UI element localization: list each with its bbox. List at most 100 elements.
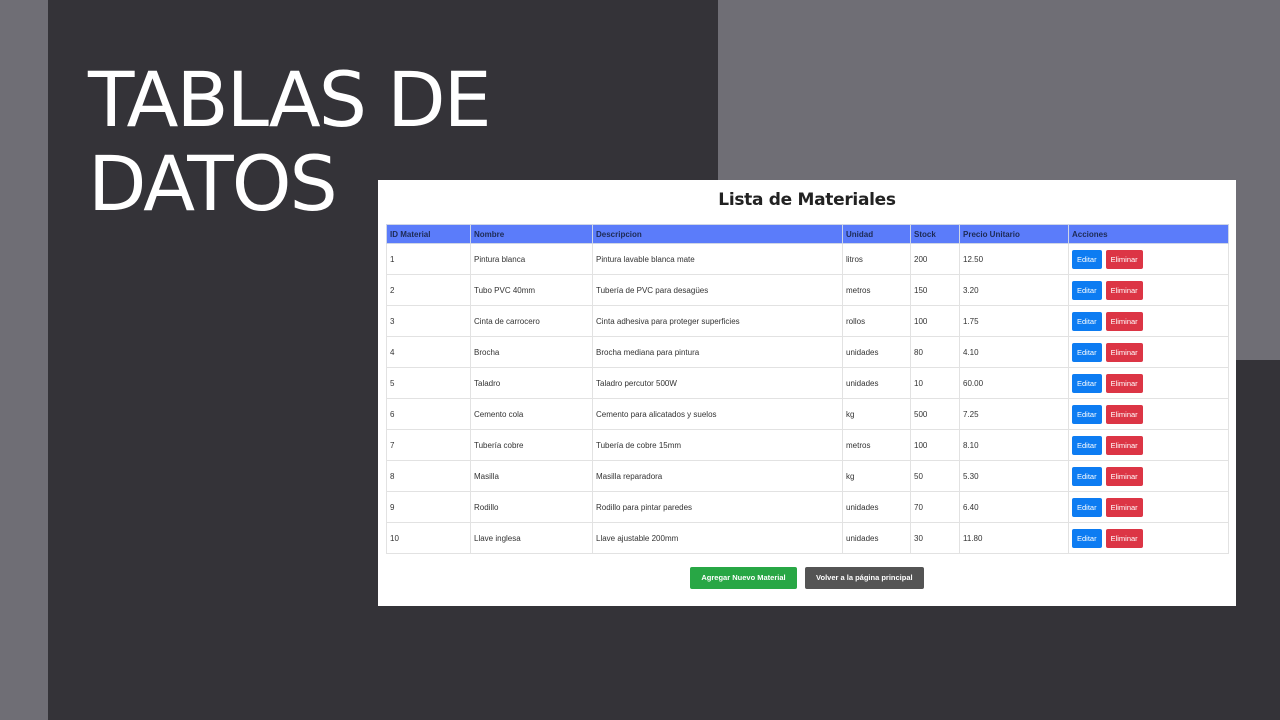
cell-nombre: Tubo PVC 40mm — [470, 274, 593, 306]
cell-stock: 30 — [910, 522, 960, 554]
cell-acciones: Editar Eliminar — [1068, 336, 1229, 368]
table-row: 8 Masilla Masilla reparadora kg 50 5.30 Editar… — [386, 460, 1229, 492]
cell-precio: 7.25 — [959, 398, 1069, 430]
cell-precio: 8.10 — [959, 429, 1069, 461]
cell-id: 10 — [386, 522, 471, 554]
cell-precio: 1.75 — [959, 305, 1069, 337]
table-row: 3 Cinta de carrocero Cinta adhesiva para p… — [386, 305, 1229, 337]
cell-descripcion: Rodillo para pintar paredes — [592, 491, 843, 523]
edit-button[interactable]: Editar — [1072, 528, 1102, 548]
cell-unidad: unidades — [842, 491, 911, 523]
cell-nombre: Tubería cobre — [470, 429, 593, 461]
cell-unidad: unidades — [842, 367, 911, 399]
cell-stock: 100 — [910, 429, 960, 461]
cell-descripcion: Cemento para alicatados y suelos — [592, 398, 843, 430]
table-row: 6 Cemento cola Cemento para alicatados y s… — [386, 398, 1229, 430]
cell-descripcion: Pintura lavable blanca mate — [592, 243, 843, 275]
cell-id: 5 — [386, 367, 471, 399]
cell-stock: 100 — [910, 305, 960, 337]
cell-nombre: Rodillo — [470, 491, 593, 523]
cell-unidad: rollos — [842, 305, 911, 337]
cell-precio: 4.10 — [959, 336, 1069, 368]
cell-unidad: metros — [842, 429, 911, 461]
table-row: 9 Rodillo Rodillo para pintar paredes unida… — [386, 491, 1229, 523]
add-material-button[interactable]: Agregar Nuevo Material — [690, 567, 797, 589]
cell-descripcion: Llave ajustable 200mm — [592, 522, 843, 554]
cell-descripcion: Brocha mediana para pintura — [592, 336, 843, 368]
edit-button[interactable]: Editar — [1072, 404, 1102, 424]
cell-precio: 3.20 — [959, 274, 1069, 306]
cell-id: 2 — [386, 274, 471, 306]
cell-id: 9 — [386, 491, 471, 523]
cell-unidad: metros — [842, 274, 911, 306]
cell-nombre: Cinta de carrocero — [470, 305, 593, 337]
edit-button[interactable]: Editar — [1072, 435, 1102, 455]
table-row: 10 Llave inglesa Llave ajustable 200mm unid… — [386, 522, 1229, 554]
column-header-precio: Precio Unitario — [959, 224, 1069, 244]
cell-unidad: unidades — [842, 522, 911, 554]
cell-precio: 11.80 — [959, 522, 1069, 554]
cell-stock: 500 — [910, 398, 960, 430]
edit-button[interactable]: Editar — [1072, 280, 1102, 300]
cell-nombre: Pintura blanca — [470, 243, 593, 275]
cell-descripcion: Tubería de PVC para desagües — [592, 274, 843, 306]
cell-precio: 6.40 — [959, 491, 1069, 523]
cell-stock: 10 — [910, 367, 960, 399]
slide-title-line1: TABLAS DE — [88, 55, 492, 144]
edit-button[interactable]: Editar — [1072, 497, 1102, 517]
cell-nombre: Brocha — [470, 336, 593, 368]
edit-button[interactable]: Editar — [1072, 373, 1102, 393]
edit-button[interactable]: Editar — [1072, 466, 1102, 486]
cell-descripcion: Cinta adhesiva para proteger superficies — [592, 305, 843, 337]
delete-button[interactable]: Eliminar — [1105, 280, 1143, 300]
cell-stock: 50 — [910, 460, 960, 492]
cell-nombre: Llave inglesa — [470, 522, 593, 554]
delete-button[interactable]: Eliminar — [1105, 311, 1143, 331]
cell-acciones: Editar Eliminar — [1068, 491, 1229, 523]
materials-page-screenshot: Lista de Materiales ID Material Nombre D… — [378, 180, 1236, 606]
cell-precio: 60.00 — [959, 367, 1069, 399]
cell-nombre: Taladro — [470, 367, 593, 399]
edit-button[interactable]: Editar — [1072, 311, 1102, 331]
cell-nombre: Masilla — [470, 460, 593, 492]
cell-unidad: kg — [842, 398, 911, 430]
delete-button[interactable]: Eliminar — [1105, 466, 1143, 486]
delete-button[interactable]: Eliminar — [1105, 528, 1143, 548]
cell-acciones: Editar Eliminar — [1068, 243, 1229, 275]
cell-acciones: Editar Eliminar — [1068, 522, 1229, 554]
table-row: 5 Taladro Taladro percutor 500W unidades 10 6… — [386, 367, 1229, 399]
column-header-id: ID Material — [386, 224, 471, 244]
cell-acciones: Editar Eliminar — [1068, 429, 1229, 461]
table-row: 4 Brocha Brocha mediana para pintura unidad… — [386, 336, 1229, 368]
cell-acciones: Editar Eliminar — [1068, 398, 1229, 430]
cell-nombre: Cemento cola — [470, 398, 593, 430]
edit-button[interactable]: Editar — [1072, 249, 1102, 269]
cell-id: 3 — [386, 305, 471, 337]
cell-id: 6 — [386, 398, 471, 430]
table-row: 7 Tubería cobre Tubería de cobre 15mm metro… — [386, 429, 1229, 461]
back-home-button[interactable]: Volver a la página principal — [805, 567, 924, 589]
cell-unidad: kg — [842, 460, 911, 492]
delete-button[interactable]: Eliminar — [1105, 342, 1143, 362]
edit-button[interactable]: Editar — [1072, 342, 1102, 362]
delete-button[interactable]: Eliminar — [1105, 249, 1143, 269]
cell-unidad: unidades — [842, 336, 911, 368]
cell-precio: 5.30 — [959, 460, 1069, 492]
column-header-nombre: Nombre — [470, 224, 593, 244]
cell-acciones: Editar Eliminar — [1068, 274, 1229, 306]
column-header-stock: Stock — [910, 224, 960, 244]
delete-button[interactable]: Eliminar — [1105, 435, 1143, 455]
delete-button[interactable]: Eliminar — [1105, 404, 1143, 424]
slide-left-strip — [0, 0, 48, 720]
cell-acciones: Editar Eliminar — [1068, 460, 1229, 492]
column-header-unidad: Unidad — [842, 224, 911, 244]
footer-actions: Agregar Nuevo Material Volver a la págin… — [386, 567, 1228, 589]
delete-button[interactable]: Eliminar — [1105, 497, 1143, 517]
cell-descripcion: Masilla reparadora — [592, 460, 843, 492]
cell-descripcion: Tubería de cobre 15mm — [592, 429, 843, 461]
delete-button[interactable]: Eliminar — [1105, 373, 1143, 393]
materials-table: ID Material Nombre Descripcion Unidad St… — [386, 224, 1229, 554]
page-title: Lista de Materiales — [718, 190, 896, 210]
cell-id: 7 — [386, 429, 471, 461]
cell-id: 4 — [386, 336, 471, 368]
